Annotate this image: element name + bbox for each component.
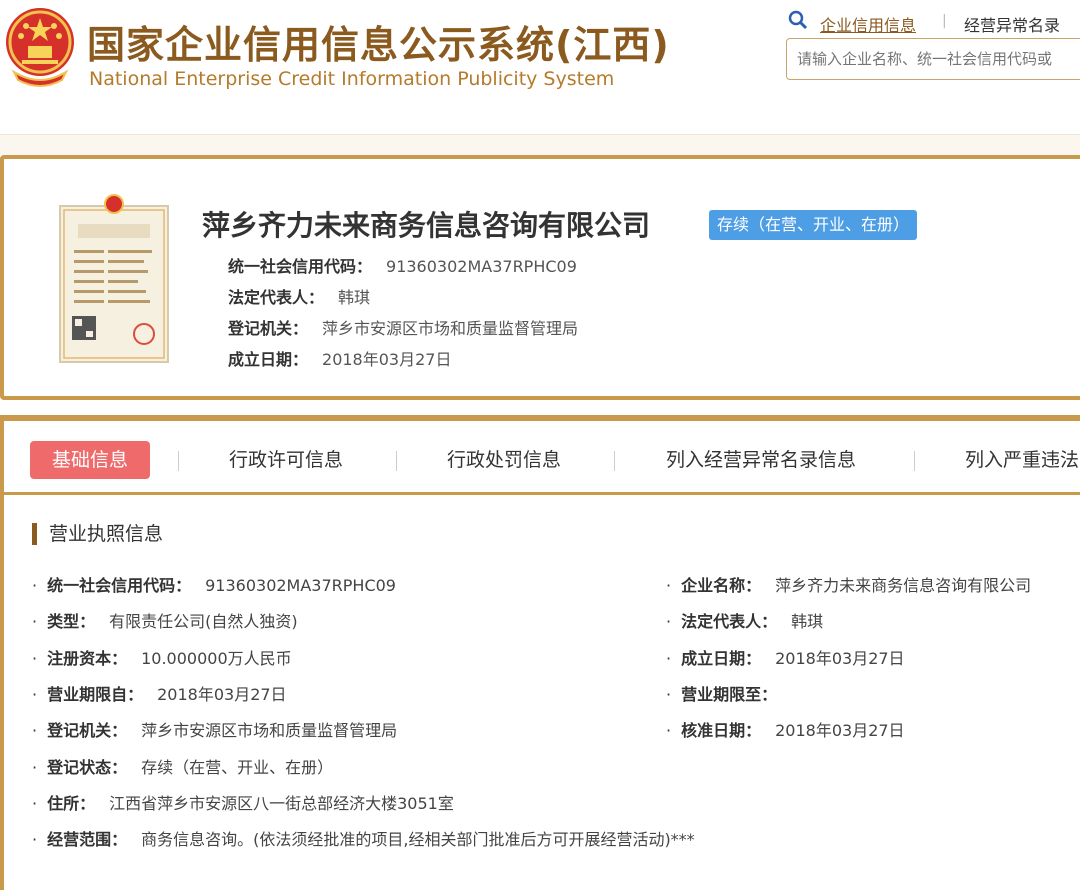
detail-value: 江西省萍乡市安源区八一街总部经济大楼3051室 xyxy=(109,794,454,813)
header-band xyxy=(0,135,1080,155)
detail-row-company-name: · 企业名称： 萍乡齐力未来商务信息咨询有限公司 xyxy=(666,576,1032,595)
detail-row-type: · 类型： 有限责任公司(自然人独资) xyxy=(32,612,298,631)
detail-row-business-scope: · 经营范围： 商务信息咨询。(依法须经批准的项目,经相关部门批准后方可开展经营活动… xyxy=(32,830,695,849)
detail-label: 营业期限至： xyxy=(681,685,778,704)
detail-value: 存续（在营、开业、在册） xyxy=(141,758,334,777)
tab-separator xyxy=(614,451,615,471)
license-details-panel: 营业执照信息 · 统一社会信用代码： 91360302MA37RPHC09 · 类型：… xyxy=(0,495,1080,890)
search-input[interactable] xyxy=(786,38,1080,80)
tab-admin-penalty[interactable]: 行政处罚信息 xyxy=(447,441,561,479)
site-title: 国家企业信用信息公示系统(江西) xyxy=(87,23,670,67)
card-label: 成立日期： xyxy=(228,350,309,369)
card-row-legal-rep: 法定代表人： 韩琪 xyxy=(228,284,370,308)
tab-serious-violation[interactable]: 列入严重违法 xyxy=(965,441,1079,479)
detail-value: 10.000000万人民币 xyxy=(141,649,292,668)
nav-link-abnormal-list[interactable]: 经营异常名录 xyxy=(964,12,1060,36)
site-header: 国家企业信用信息公示系统(江西) National Enterprise Cre… xyxy=(0,0,1080,155)
detail-label: 法定代表人： xyxy=(681,612,778,631)
detail-label: 企业名称： xyxy=(681,576,762,595)
detail-label: 登记机关： xyxy=(47,721,128,740)
business-license-thumbnail[interactable] xyxy=(58,194,170,364)
tab-separator xyxy=(396,451,397,471)
card-row-established-date: 成立日期： 2018年03月27日 xyxy=(228,346,451,370)
company-name: 萍乡齐力未来商务信息咨询有限公司 xyxy=(202,209,651,242)
card-row-credit-code: 统一社会信用代码： 91360302MA37RPHC09 xyxy=(228,253,577,277)
detail-value: 2018年03月27日 xyxy=(157,685,287,704)
detail-label: 登记状态： xyxy=(47,758,128,777)
detail-value: 2018年03月27日 xyxy=(775,721,905,740)
card-label: 登记机关： xyxy=(228,319,309,338)
tab-separator xyxy=(178,451,179,471)
tab-abnormal-list[interactable]: 列入经营异常名录信息 xyxy=(666,441,856,479)
card-value: 萍乡市安源区市场和质量监督管理局 xyxy=(322,319,579,338)
detail-row-term-from: · 营业期限自： 2018年03月27日 xyxy=(32,685,287,704)
detail-value: 韩琪 xyxy=(791,612,824,631)
detail-value: 有限责任公司(自然人独资) xyxy=(109,612,298,631)
detail-label: 类型： xyxy=(47,612,96,631)
search-icon[interactable] xyxy=(788,10,808,30)
nav-separator: | xyxy=(942,13,947,29)
detail-label: 经营范围： xyxy=(47,830,128,849)
detail-label: 统一社会信用代码： xyxy=(47,576,192,595)
info-tabs: 基础信息 行政许可信息 行政处罚信息 列入经营异常名录信息 列入严重违法 xyxy=(0,415,1080,495)
company-summary-card: 萍乡齐力未来商务信息咨询有限公司 存续（在营、开业、在册） 统一社会信用代码： 9… xyxy=(0,155,1080,400)
detail-label: 成立日期： xyxy=(681,649,762,668)
card-label: 统一社会信用代码： xyxy=(228,257,373,276)
card-value: 91360302MA37RPHC09 xyxy=(386,257,577,276)
detail-row-credit-code: · 统一社会信用代码： 91360302MA37RPHC09 xyxy=(32,576,396,595)
detail-label: 注册资本： xyxy=(47,649,128,668)
detail-row-legal-rep: · 法定代表人： 韩琪 xyxy=(666,612,824,631)
detail-row-registration-status: · 登记状态： 存续（在营、开业、在册） xyxy=(32,758,334,777)
section-title: 营业执照信息 xyxy=(32,523,163,545)
detail-value: 91360302MA37RPHC09 xyxy=(205,576,396,595)
tab-basic-info[interactable]: 基础信息 xyxy=(30,441,151,479)
detail-label: 住所： xyxy=(47,794,96,813)
detail-row-address: · 住所： 江西省萍乡市安源区八一街总部经济大楼3051室 xyxy=(32,794,454,813)
detail-row-registration-authority: · 登记机关： 萍乡市安源区市场和质量监督管理局 xyxy=(32,721,398,740)
detail-row-established-date: · 成立日期： 2018年03月27日 xyxy=(666,649,905,668)
detail-label: 营业期限自： xyxy=(47,685,144,704)
tab-admin-license[interactable]: 行政许可信息 xyxy=(229,441,343,479)
detail-row-approval-date: · 核准日期： 2018年03月27日 xyxy=(666,721,905,740)
status-badge: 存续（在营、开业、在册） xyxy=(709,210,918,240)
card-label: 法定代表人： xyxy=(228,288,325,307)
national-emblem-icon xyxy=(6,8,74,87)
card-value: 2018年03月27日 xyxy=(322,350,452,369)
tab-separator xyxy=(914,451,915,471)
detail-label: 核准日期： xyxy=(681,721,762,740)
detail-row-registered-capital: · 注册资本： 10.000000万人民币 xyxy=(32,649,292,668)
detail-value: 商务信息咨询。(依法须经批准的项目,经相关部门批准后方可开展经营活动)*** xyxy=(141,830,695,849)
card-value: 韩琪 xyxy=(338,288,371,307)
card-row-registration-authority: 登记机关： 萍乡市安源区市场和质量监督管理局 xyxy=(228,315,578,339)
nav-link-enterprise-credit[interactable]: 企业信用信息 xyxy=(820,12,916,36)
site-subtitle: National Enterprise Credit Information P… xyxy=(89,68,615,90)
detail-value: 萍乡齐力未来商务信息咨询有限公司 xyxy=(775,576,1032,595)
detail-value: 2018年03月27日 xyxy=(775,649,905,668)
detail-row-term-to: · 营业期限至： xyxy=(666,685,778,704)
detail-value: 萍乡市安源区市场和质量监督管理局 xyxy=(141,721,398,740)
